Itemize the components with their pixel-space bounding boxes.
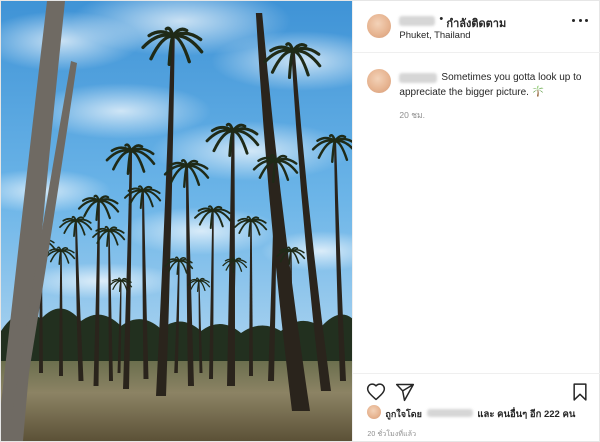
liker-username-blurred[interactable] [427, 409, 474, 417]
post-date[interactable]: 20 ชั่วโมงที่แล้ว [367, 429, 416, 440]
palm-tree-icon [532, 85, 544, 97]
header-separator: • [439, 13, 444, 25]
palm-tree-photo [1, 1, 353, 441]
liked-by-label: ถูกใจโดย [385, 409, 422, 419]
paper-plane-icon[interactable] [395, 382, 415, 402]
caption-author-avatar[interactable] [367, 69, 392, 93]
post-header: • กำลังติดตาม Phuket, Thailand [353, 1, 600, 53]
post-details-panel: • กำลังติดตาม Phuket, Thailand Sometimes… [352, 1, 600, 441]
post-photo[interactable] [1, 1, 353, 441]
liker-avatar[interactable] [367, 405, 382, 419]
caption-timestamp[interactable]: 20 ชม. [399, 108, 425, 122]
heart-icon[interactable] [366, 382, 386, 402]
likes-summary: ถูกใจโดย และ คนอื่นๆ อีก 222 คน [353, 401, 600, 423]
others-count-link[interactable]: และ คนอื่นๆ อีก 222 คน [477, 407, 575, 422]
instagram-post: • กำลังติดตาม Phuket, Thailand Sometimes… [0, 0, 600, 442]
post-location[interactable]: Phuket, Thailand [399, 30, 470, 41]
caption-text: Sometimes you gotta look up to appreciat… [399, 71, 595, 100]
caption-text-body: Sometimes you gotta look up to appreciat… [399, 72, 582, 98]
author-username-blurred[interactable] [399, 16, 436, 26]
more-options-icon[interactable] [572, 17, 589, 23]
bookmark-icon[interactable] [570, 382, 590, 402]
author-avatar[interactable] [367, 14, 392, 38]
